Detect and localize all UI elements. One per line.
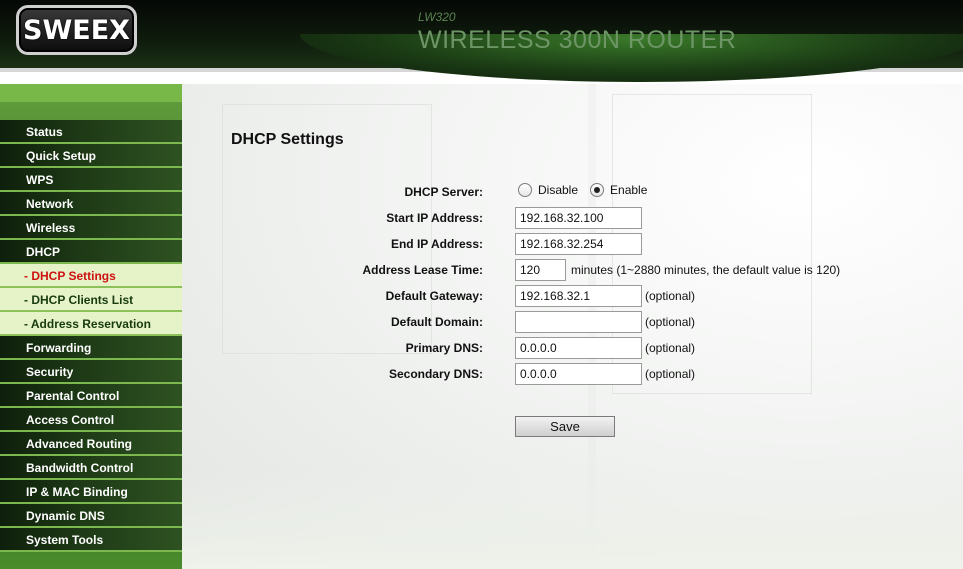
sidebar-item-dynamic-dns[interactable]: Dynamic DNS	[0, 504, 182, 528]
sidebar-item-security[interactable]: Security	[0, 360, 182, 384]
sidebar-item-wireless[interactable]: Wireless	[0, 216, 182, 240]
domain-row: Default Domain: (optional)	[182, 311, 963, 333]
dhcp-server-label: DHCP Server:	[404, 185, 483, 199]
sidebar-item-access-control[interactable]: Access Control	[0, 408, 182, 432]
sidebar: Status Quick Setup WPS Network Wireless DHCP -…	[0, 84, 182, 569]
dhcp-server-row: DHCP Server: Disable Enable	[182, 181, 963, 203]
sidebar-item-dhcp[interactable]: DHCP	[0, 240, 182, 264]
dhcp-disable-radio[interactable]	[518, 183, 532, 197]
domain-input[interactable]	[515, 311, 642, 333]
logo-text: SWEEX	[23, 14, 130, 46]
sidebar-item-status[interactable]: Status	[0, 120, 182, 144]
sidebar-item-dhcp-clients-list[interactable]: - DHCP Clients List	[0, 288, 182, 312]
secondary-dns-label: Secondary DNS:	[388, 367, 483, 381]
sidebar-item-bandwidth-control[interactable]: Bandwidth Control	[0, 456, 182, 480]
start-ip-input[interactable]	[515, 207, 642, 229]
sidebar-item-dhcp-settings[interactable]: - DHCP Settings	[0, 264, 182, 288]
domain-optional-note: (optional)	[645, 315, 696, 329]
product-name: WIRELESS 300N ROUTER	[418, 26, 737, 54]
end-ip-input[interactable]	[515, 233, 642, 255]
gateway-optional-note: (optional)	[645, 289, 696, 303]
start-ip-label: Start IP Address:	[386, 211, 483, 225]
gateway-input[interactable]	[515, 285, 642, 307]
gateway-label: Default Gateway:	[385, 289, 483, 303]
dhcp-enable-label[interactable]: Enable	[610, 183, 647, 197]
lease-time-note: minutes (1~2880 minutes, the default val…	[571, 263, 841, 277]
sidebar-item-network[interactable]: Network	[0, 192, 182, 216]
dhcp-disable-label[interactable]: Disable	[538, 183, 578, 197]
domain-label: Default Domain:	[390, 315, 483, 329]
secondary-dns-input[interactable]	[515, 363, 642, 385]
end-ip-row: End IP Address:	[182, 233, 963, 255]
sweex-logo: SWEEX	[16, 5, 137, 55]
model-name: LW320	[418, 10, 456, 24]
gateway-row: Default Gateway: (optional)	[182, 285, 963, 307]
end-ip-label: End IP Address:	[390, 237, 483, 251]
sidebar-item-advanced-routing[interactable]: Advanced Routing	[0, 432, 182, 456]
primary-dns-label: Primary DNS:	[405, 341, 483, 355]
primary-dns-optional-note: (optional)	[645, 341, 696, 355]
sidebar-item-address-reservation[interactable]: - Address Reservation	[0, 312, 182, 336]
start-ip-row: Start IP Address:	[182, 207, 963, 229]
save-button[interactable]: Save	[515, 416, 615, 437]
lease-time-input[interactable]	[515, 259, 566, 281]
lease-time-label: Address Lease Time:	[362, 263, 484, 277]
sidebar-item-system-tools[interactable]: System Tools	[0, 528, 182, 552]
primary-dns-input[interactable]	[515, 337, 642, 359]
dhcp-enable-radio[interactable]	[590, 183, 605, 197]
secondary-dns-row: Secondary DNS: (optional)	[182, 363, 963, 385]
page-title: DHCP Settings	[231, 131, 344, 148]
sidebar-item-wps[interactable]: WPS	[0, 168, 182, 192]
dhcp-server-radio-group: Disable Enable	[518, 183, 659, 197]
sidebar-item-ip-and-mac-binding[interactable]: IP & MAC Binding	[0, 480, 182, 504]
lease-time-row: Address Lease Time: minutes (1~2880 minu…	[182, 259, 963, 281]
primary-dns-row: Primary DNS: (optional)	[182, 337, 963, 359]
sidebar-item-quick-setup[interactable]: Quick Setup	[0, 144, 182, 168]
header: SWEEX LW320 WIRELESS 300N ROUTER	[0, 0, 963, 84]
sidebar-item-forwarding[interactable]: Forwarding	[0, 336, 182, 360]
sidebar-menu: Status Quick Setup WPS Network Wireless DHCP -…	[0, 120, 182, 552]
secondary-dns-optional-note: (optional)	[645, 367, 696, 381]
sidebar-item-parental-control[interactable]: Parental Control	[0, 384, 182, 408]
content-bottom-fade	[182, 470, 963, 569]
